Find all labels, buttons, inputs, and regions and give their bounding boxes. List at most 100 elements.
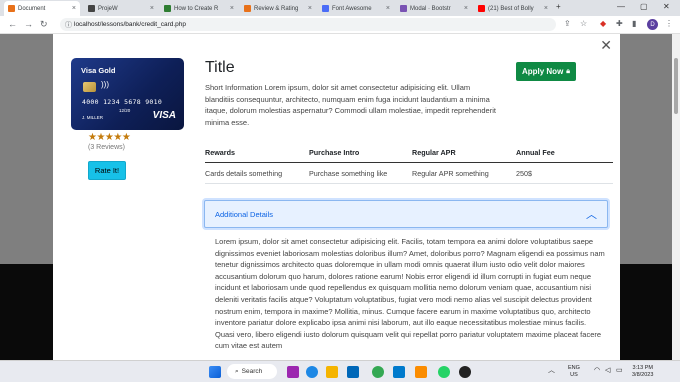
tab-title: How to Create R bbox=[174, 5, 219, 12]
rate-it-button[interactable]: Rate It! bbox=[88, 161, 126, 180]
tab-favicon-icon bbox=[478, 5, 485, 12]
lock-icon: 🔒︎ bbox=[566, 67, 571, 75]
new-tab-icon[interactable]: + bbox=[556, 2, 561, 11]
language-indicator[interactable]: ENG US bbox=[568, 365, 580, 379]
contactless-icon: ))) bbox=[101, 80, 109, 89]
tab-how-to-create[interactable]: How to Create R × bbox=[160, 1, 238, 16]
maximize-icon[interactable]: ▢ bbox=[640, 2, 648, 11]
tab-favicon-icon bbox=[8, 5, 15, 12]
clock[interactable]: 3:13 PM 3/8/2023 bbox=[632, 365, 653, 379]
accordion-body: Lorem ipsum, dolor sit amet consectetur … bbox=[215, 237, 605, 351]
browser-tab-bar: Document × ProjeW × How to Create R × Re… bbox=[0, 0, 680, 16]
tab-youtube[interactable]: (21) Best of Bolly × bbox=[474, 1, 552, 16]
vscode-icon[interactable] bbox=[393, 366, 405, 378]
close-window-icon[interactable]: ✕ bbox=[663, 2, 670, 11]
media-player-icon[interactable] bbox=[459, 366, 471, 378]
star-rating[interactable]: ★★★★★ bbox=[88, 132, 131, 143]
table-header-row: Rewards Purchase Intro Regular APR Annua… bbox=[205, 142, 613, 163]
accordion-label: Additional Details bbox=[215, 210, 273, 219]
tab-favicon-icon bbox=[400, 5, 407, 12]
wifi-icon[interactable]: ◠ bbox=[594, 367, 600, 374]
search-label: Search bbox=[241, 368, 263, 375]
sidebar-icon[interactable]: ▮ bbox=[632, 19, 636, 28]
table-header: Regular APR bbox=[412, 147, 456, 157]
chrome-icon[interactable] bbox=[372, 366, 384, 378]
whatsapp-icon[interactable] bbox=[438, 366, 450, 378]
tab-favicon-icon bbox=[164, 5, 171, 12]
site-info-icon[interactable]: ⓘ bbox=[65, 20, 72, 30]
card-expiry: 12/20 bbox=[119, 108, 131, 113]
forward-icon[interactable]: → bbox=[24, 19, 33, 29]
tab-review-rating[interactable]: Review & Rating × bbox=[240, 1, 316, 16]
card-brand: Visa Gold bbox=[81, 66, 116, 75]
bookmark-star-icon[interactable]: ☆ bbox=[580, 19, 587, 28]
scrollbar-thumb[interactable] bbox=[674, 58, 678, 114]
table-header: Annual Fee bbox=[516, 147, 555, 157]
chevron-up-icon: ︿ bbox=[586, 209, 597, 221]
card-holder: J. MILLER bbox=[82, 115, 104, 120]
credit-card-image: Visa Gold ))) 4000 1234 5678 9010 12/20 … bbox=[71, 58, 184, 130]
address-bar: ← → ↻ ⓘ localhost/lessons/bank/credit_ca… bbox=[0, 16, 680, 34]
taskbar-search[interactable]: ⌕ Search bbox=[227, 364, 277, 379]
tab-title: ProjeW bbox=[98, 5, 118, 12]
card-number: 4000 1234 5678 9010 bbox=[82, 98, 163, 106]
store-icon[interactable] bbox=[347, 366, 359, 378]
region-code: US bbox=[570, 372, 578, 378]
tab-title: (21) Best of Bolly bbox=[488, 5, 534, 12]
tab-font-awesome[interactable]: Font Awesome × bbox=[318, 1, 394, 16]
additional-details-accordion-header[interactable]: Additional Details ︿ bbox=[204, 200, 608, 228]
battery-icon[interactable]: ▭ bbox=[616, 367, 623, 374]
windows-start-icon[interactable] bbox=[209, 366, 221, 378]
widgets-icon[interactable] bbox=[287, 366, 299, 378]
close-icon[interactable]: ✕ bbox=[600, 38, 612, 52]
table-row: Cards details something Purchase somethi… bbox=[205, 163, 613, 184]
close-tab-icon[interactable]: × bbox=[306, 5, 312, 12]
tab-projew[interactable]: ProjeW × bbox=[84, 1, 158, 16]
table-cell: Regular APR something bbox=[412, 168, 489, 178]
tab-favicon-icon bbox=[244, 5, 251, 12]
close-tab-icon[interactable]: × bbox=[384, 5, 390, 12]
volume-icon[interactable]: ◁ bbox=[605, 367, 610, 374]
url-text: localhost/lessons/bank/credit_card.php bbox=[74, 21, 187, 28]
close-tab-icon[interactable]: × bbox=[462, 5, 468, 12]
tab-document[interactable]: Document × bbox=[4, 1, 80, 16]
table-header: Rewards bbox=[205, 147, 235, 157]
extensions-puzzle-icon[interactable]: ✚ bbox=[616, 19, 623, 28]
back-icon[interactable]: ← bbox=[8, 19, 17, 29]
share-icon[interactable]: ⇪ bbox=[564, 19, 571, 28]
close-tab-icon[interactable]: × bbox=[70, 5, 76, 12]
profile-avatar[interactable]: D bbox=[647, 19, 658, 30]
close-tab-icon[interactable]: × bbox=[228, 5, 234, 12]
credit-card-modal: ✕ Visa Gold ))) 4000 1234 5678 9010 12/2… bbox=[53, 34, 620, 360]
close-tab-icon[interactable]: × bbox=[148, 5, 154, 12]
tab-title: Document bbox=[18, 5, 46, 12]
url-field[interactable]: ⓘ localhost/lessons/bank/credit_card.php bbox=[60, 18, 556, 31]
page-scrollbar[interactable] bbox=[672, 34, 680, 360]
apply-now-button[interactable]: Apply Now 🔒︎ bbox=[516, 62, 576, 81]
menu-kebab-icon[interactable]: ⋮ bbox=[665, 19, 673, 28]
reload-icon[interactable]: ↻ bbox=[40, 19, 48, 30]
card-details-table: Rewards Purchase Intro Regular APR Annua… bbox=[205, 142, 613, 184]
close-tab-icon[interactable]: × bbox=[542, 5, 548, 12]
tab-favicon-icon bbox=[88, 5, 95, 12]
visa-logo: VISA bbox=[152, 110, 176, 121]
apply-now-label: Apply Now bbox=[521, 67, 564, 76]
tab-modal-bootstrap[interactable]: Modal · Bootstr × bbox=[396, 1, 472, 16]
tab-title: Font Awesome bbox=[332, 5, 372, 12]
tab-title: Modal · Bootstr bbox=[410, 5, 451, 12]
edge-icon[interactable] bbox=[306, 366, 318, 378]
search-icon: ⌕ bbox=[235, 367, 239, 375]
table-cell: Cards details something bbox=[205, 168, 283, 178]
extension-shield-icon[interactable]: ◆ bbox=[600, 19, 606, 28]
modal-title: Title bbox=[205, 59, 235, 76]
xampp-icon[interactable] bbox=[415, 366, 427, 378]
minimize-icon[interactable]: — bbox=[617, 2, 625, 11]
tray-chevron-icon[interactable]: ︿ bbox=[548, 367, 555, 374]
file-explorer-icon[interactable] bbox=[326, 366, 338, 378]
tab-title: Review & Rating bbox=[254, 5, 299, 12]
table-cell: 250$ bbox=[516, 168, 532, 178]
language-code: ENG bbox=[568, 365, 580, 371]
short-description: Short Information Lorem ipsum, dolor sit… bbox=[205, 83, 496, 127]
taskbar: ⌕ Search ︿ ENG US ◠ ◁ ▭ 3:13 PM 3/8/2023 bbox=[0, 360, 680, 382]
review-count: (3 Reviews) bbox=[88, 144, 125, 151]
